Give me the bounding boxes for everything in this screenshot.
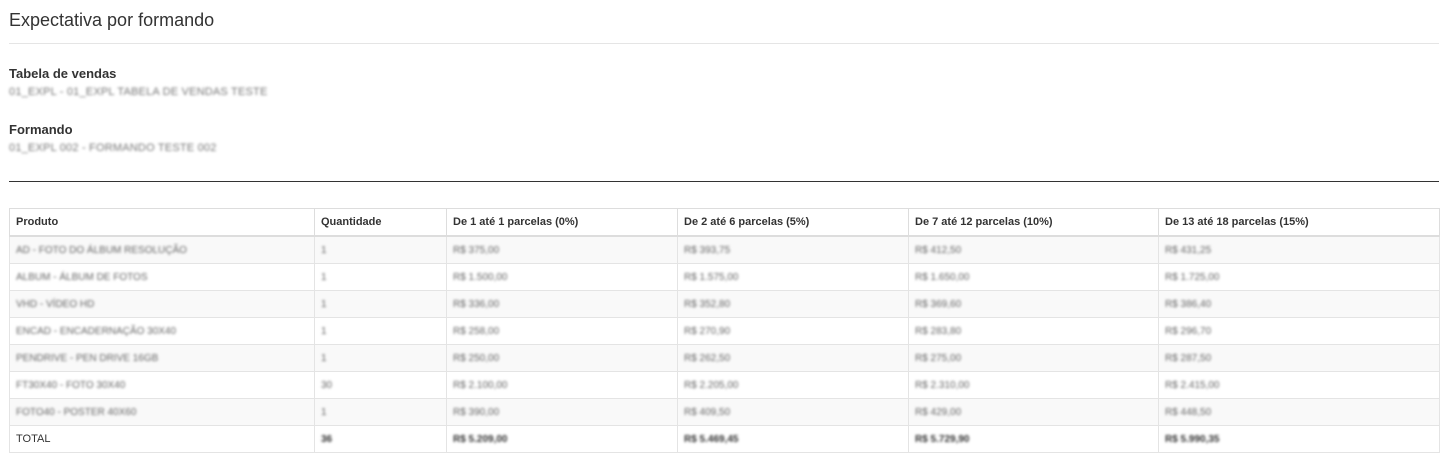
price-cell: R$ 386,40 [1158, 290, 1440, 318]
column-header-installments-2-6: De 2 até 6 parcelas (5%) [677, 208, 909, 237]
table-row: ALBUM - ÁLBUM DE FOTOS 1 R$ 1.500,00 R$ … [9, 263, 1440, 291]
quantity-cell: 1 [314, 290, 447, 318]
price-cell: R$ 352,80 [677, 290, 909, 318]
product-cell: FOTO40 - POSTER 40X60 [9, 398, 315, 426]
sales-table-field: Tabela de vendas 01_EXPL - 01_EXPL TABEL… [9, 66, 267, 98]
column-header-installments-7-12: De 7 até 12 parcelas (10%) [908, 208, 1159, 237]
quantity-cell: 1 [314, 263, 447, 291]
price-cell: R$ 296,70 [1158, 317, 1440, 345]
price-cell: R$ 2.415,00 [1158, 371, 1440, 399]
quantity-cell: 1 [314, 317, 447, 345]
student-value: 01_EXPL 002 - FORMANDO TESTE 002 [9, 142, 217, 154]
page-title: Expectativa por formando [9, 10, 215, 30]
total-quantity-cell: 36 [314, 425, 447, 453]
sales-table-label: Tabela de vendas [9, 66, 117, 81]
price-cell: R$ 1.575,00 [677, 263, 909, 291]
expectation-table-container: Produto Quantidade De 1 até 1 parcelas (… [9, 208, 1440, 453]
column-header-installments-13-18: De 13 até 18 parcelas (15%) [1158, 208, 1440, 237]
product-cell: FT30X40 - FOTO 30X40 [9, 371, 315, 399]
column-header-quantity: Quantidade [314, 208, 447, 237]
price-cell: R$ 275,00 [908, 344, 1159, 372]
section-divider [9, 181, 1439, 182]
price-cell: R$ 431,25 [1158, 235, 1440, 264]
table-row: VHD - VÍDEO HD 1 R$ 336,00 R$ 352,80 R$ … [9, 290, 1440, 318]
sales-table-value: 01_EXPL - 01_EXPL TABELA DE VENDAS TESTE [9, 86, 268, 98]
quantity-cell: 30 [314, 371, 447, 399]
table-row: ENCAD - ENCADERNAÇÃO 30X40 1 R$ 258,00 R… [9, 317, 1440, 345]
table-row: FT30X40 - FOTO 30X40 30 R$ 2.100,00 R$ 2… [9, 371, 1440, 399]
quantity-cell: 1 [314, 398, 447, 426]
table-row: FOTO40 - POSTER 40X60 1 R$ 390,00 R$ 409… [9, 398, 1440, 426]
price-cell: R$ 283,80 [908, 317, 1159, 345]
price-cell: R$ 409,50 [677, 398, 909, 426]
table-header-row: Produto Quantidade De 1 até 1 parcelas (… [9, 208, 1440, 237]
product-cell: ENCAD - ENCADERNAÇÃO 30X40 [9, 317, 315, 345]
price-cell: R$ 429,00 [908, 398, 1159, 426]
price-cell: R$ 262,50 [677, 344, 909, 372]
table-row: AD - FOTO DO ÁLBUM RESOLUÇÃO 1 R$ 375,00… [9, 235, 1440, 264]
price-cell: R$ 1.500,00 [446, 263, 678, 291]
column-header-installments-1: De 1 até 1 parcelas (0%) [446, 208, 678, 237]
price-cell: R$ 393,75 [677, 235, 909, 264]
product-cell: PENDRIVE - PEN DRIVE 16GB [9, 344, 315, 372]
expectation-table: Produto Quantidade De 1 até 1 parcelas (… [9, 208, 1440, 453]
price-cell: R$ 369,60 [908, 290, 1159, 318]
price-cell: R$ 390,00 [446, 398, 678, 426]
price-cell: R$ 2.100,00 [446, 371, 678, 399]
price-cell: R$ 448,50 [1158, 398, 1440, 426]
price-cell: R$ 2.205,00 [677, 371, 909, 399]
table-total-row: TOTAL 36 R$ 5.209,00 R$ 5.469,45 R$ 5.72… [9, 425, 1440, 453]
product-cell: ALBUM - ÁLBUM DE FOTOS [9, 263, 315, 291]
price-cell: R$ 258,00 [446, 317, 678, 345]
column-header-product: Produto [9, 208, 315, 237]
price-cell: R$ 1.650,00 [908, 263, 1159, 291]
price-cell: R$ 270,90 [677, 317, 909, 345]
product-cell: AD - FOTO DO ÁLBUM RESOLUÇÃO [9, 235, 315, 264]
price-cell: R$ 336,00 [446, 290, 678, 318]
price-cell: R$ 287,50 [1158, 344, 1440, 372]
total-price-cell: R$ 5.469,45 [677, 425, 909, 453]
table-row: PENDRIVE - PEN DRIVE 16GB 1 R$ 250,00 R$… [9, 344, 1440, 372]
student-field: Formando 01_EXPL 002 - FORMANDO TESTE 00… [9, 122, 217, 154]
quantity-cell: 1 [314, 235, 447, 264]
student-label: Formando [9, 122, 73, 137]
price-cell: R$ 250,00 [446, 344, 678, 372]
price-cell: R$ 2.310,00 [908, 371, 1159, 399]
price-cell: R$ 375,00 [446, 235, 678, 264]
total-price-cell: R$ 5.209,00 [446, 425, 678, 453]
total-label: TOTAL [9, 425, 315, 453]
total-price-cell: R$ 5.990,35 [1158, 425, 1440, 453]
quantity-cell: 1 [314, 344, 447, 372]
title-divider [9, 43, 1439, 44]
product-cell: VHD - VÍDEO HD [9, 290, 315, 318]
price-cell: R$ 412,50 [908, 235, 1159, 264]
total-price-cell: R$ 5.729,90 [908, 425, 1159, 453]
price-cell: R$ 1.725,00 [1158, 263, 1440, 291]
